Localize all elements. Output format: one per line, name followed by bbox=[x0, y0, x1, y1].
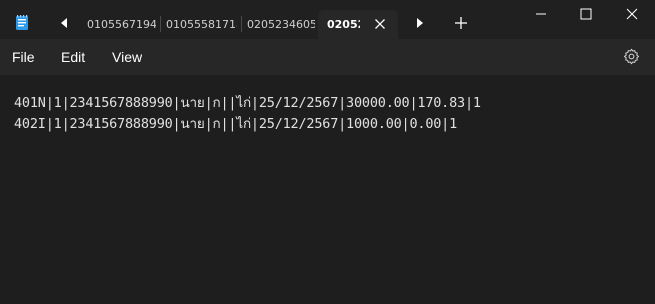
triangle-right-icon bbox=[417, 18, 423, 28]
close-window-icon bbox=[626, 8, 638, 20]
notepad-app-icon bbox=[16, 15, 28, 30]
tab-separator bbox=[241, 16, 242, 32]
menu-edit[interactable]: Edit bbox=[61, 49, 85, 65]
tab-file-3[interactable]: 02052346053 bbox=[247, 10, 315, 39]
text-line-2: 402I|1|2341567888990|นาย|ก||ไก่|25/12/25… bbox=[14, 116, 458, 132]
text-editor-area[interactable]: 401N|1|2341567888990|นาย|ก||ไก่|25/12/25… bbox=[0, 75, 655, 304]
maximize-icon bbox=[580, 8, 592, 20]
triangle-left-icon bbox=[61, 18, 67, 28]
tab-label: 02052 bbox=[327, 18, 360, 31]
scroll-tabs-right-button[interactable] bbox=[411, 14, 429, 32]
menu-view[interactable]: View bbox=[112, 49, 142, 65]
title-bar: 01055671949 01055581718 02052346053 0205… bbox=[0, 0, 655, 44]
tab-file-1[interactable]: 01055671949 bbox=[87, 10, 156, 39]
minimize-icon bbox=[536, 13, 546, 15]
settings-gear-icon[interactable] bbox=[623, 48, 640, 65]
tab-file-2[interactable]: 01055581718 bbox=[166, 10, 237, 39]
tab-label: 01055581718 bbox=[166, 18, 237, 31]
minimize-button[interactable] bbox=[518, 0, 564, 28]
menu-file[interactable]: File bbox=[12, 49, 35, 65]
close-tab-icon[interactable] bbox=[374, 18, 386, 30]
close-window-button[interactable] bbox=[609, 0, 655, 28]
tab-file-4-active[interactable]: 02052 bbox=[318, 10, 398, 39]
tab-separator bbox=[160, 16, 161, 32]
notepad-window: 01055671949 01055581718 02052346053 0205… bbox=[0, 0, 655, 304]
maximize-button[interactable] bbox=[563, 0, 609, 28]
text-line-1: 401N|1|2341567888990|นาย|ก||ไก่|25/12/25… bbox=[14, 95, 481, 111]
tab-label: 02052346053 bbox=[247, 18, 315, 31]
tab-label: 01055671949 bbox=[87, 18, 156, 31]
menu-bar: File Edit View bbox=[0, 39, 655, 75]
scroll-tabs-left-button[interactable] bbox=[55, 14, 73, 32]
new-tab-plus-icon[interactable] bbox=[452, 14, 470, 32]
